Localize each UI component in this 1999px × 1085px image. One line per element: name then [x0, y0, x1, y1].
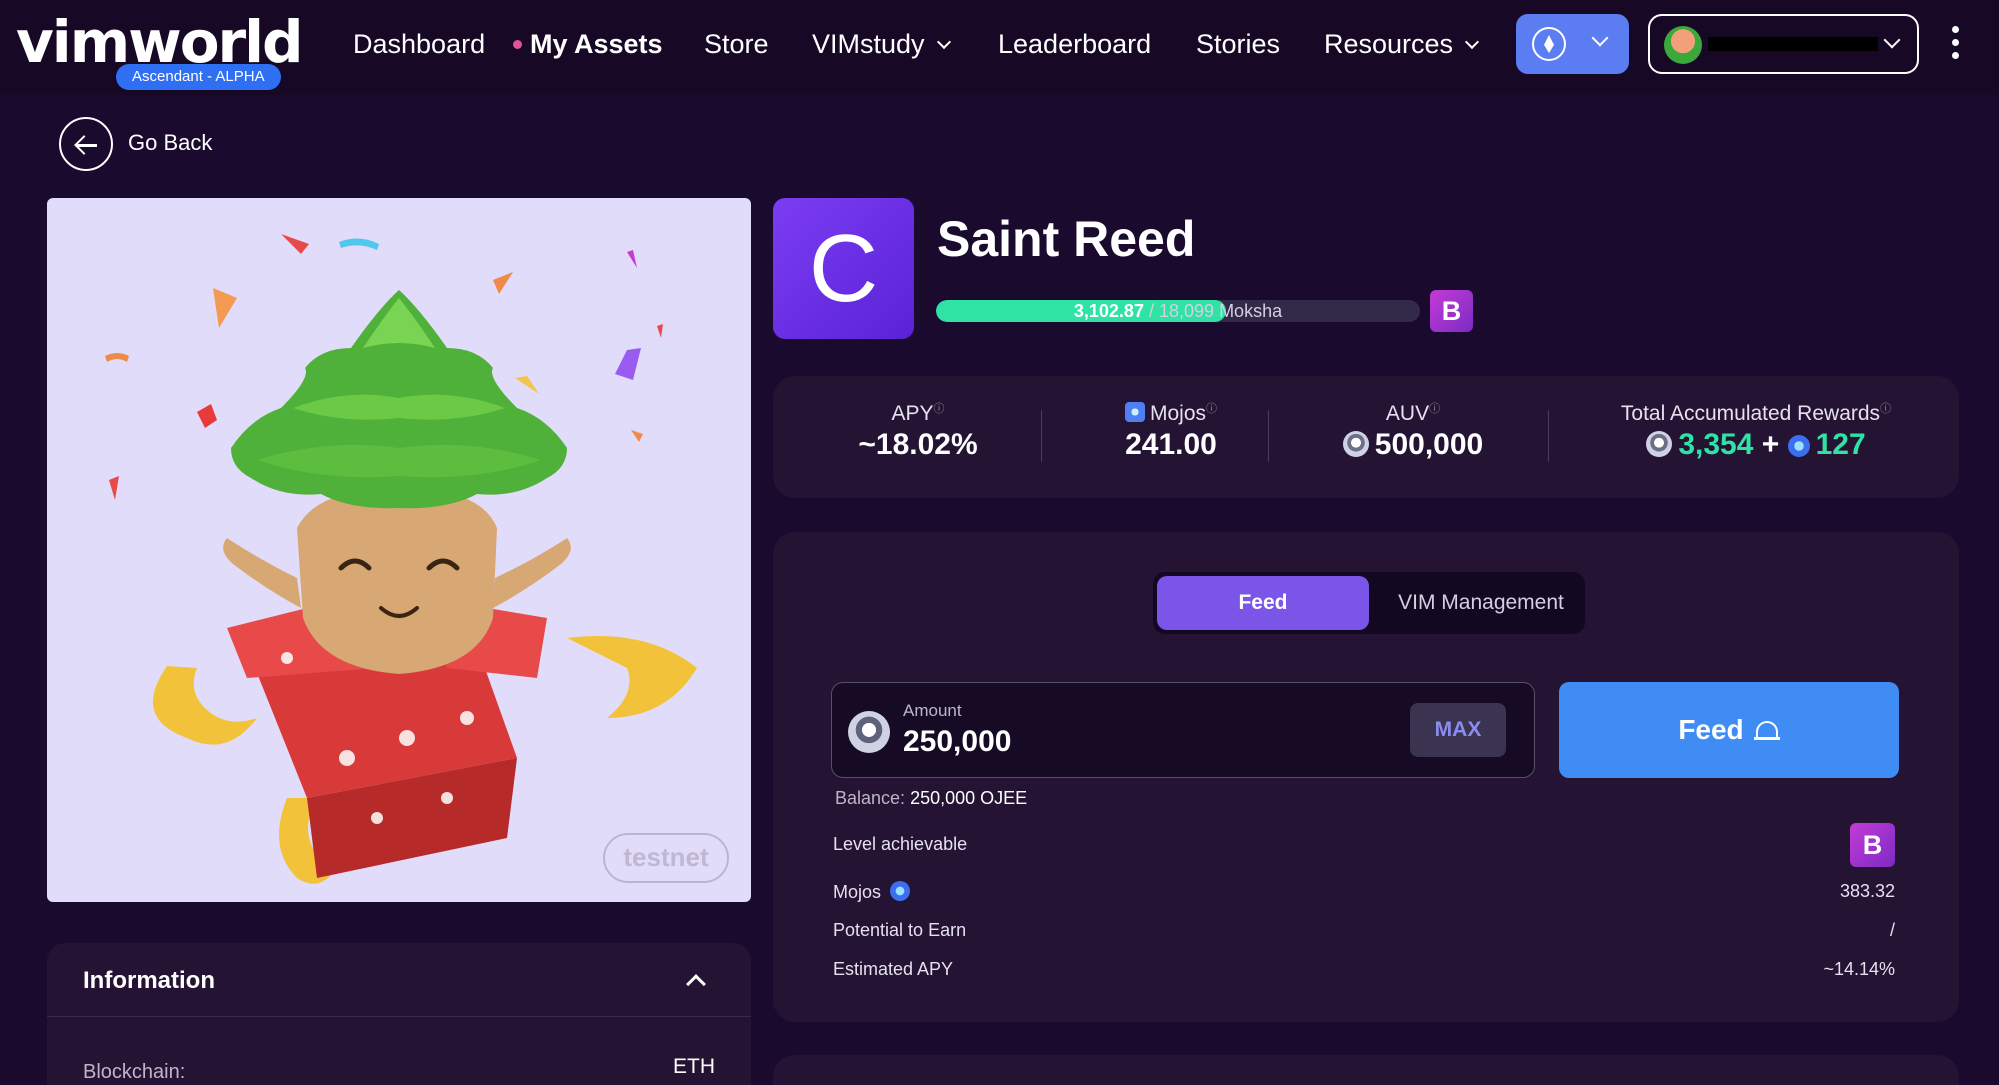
amount-label: Amount	[903, 701, 962, 720]
info-icon[interactable]: ⓘ	[1206, 403, 1217, 415]
next-panel	[773, 1055, 1959, 1085]
ethereum-icon	[1532, 27, 1566, 61]
mojos-row-value: 383.32	[1839, 881, 1895, 901]
mojos-value: 241.00	[1125, 428, 1217, 461]
mojos-label-text: Mojos	[1149, 402, 1207, 425]
potential-value: /	[1889, 920, 1895, 940]
mojos-label: Mojosⓘ	[1073, 400, 1269, 426]
apy-label: APYⓘ	[818, 400, 1018, 426]
tab-bar: Feed VIM Management	[1153, 572, 1585, 634]
account-menu[interactable]	[1648, 14, 1919, 74]
divider	[1268, 410, 1269, 462]
ojee-coin-icon	[848, 711, 890, 753]
level-achievable-badge: B	[1850, 823, 1895, 867]
information-panel: Information Blockchain: ETH	[47, 943, 751, 1085]
level-achievable-label: Level achievable	[833, 834, 968, 854]
stat-auv: AUVⓘ 500,000	[1303, 400, 1523, 462]
estimated-apy-value: ~14.14%	[1823, 959, 1895, 979]
network-selector[interactable]	[1516, 14, 1629, 74]
apy-value: ~18.02%	[858, 428, 978, 461]
ojee-coin-icon	[1646, 431, 1673, 457]
chevron-down-icon	[1591, 29, 1609, 47]
info-icon[interactable]: ⓘ	[934, 403, 945, 415]
nav-resources-label: Resources	[1324, 29, 1454, 59]
auv-label-text: AUV	[1385, 402, 1430, 425]
asset-name: Saint Reed	[937, 211, 1196, 267]
blockchain-value: ETH	[673, 1055, 715, 1078]
rewards-coin-amount: 3,354	[1678, 428, 1754, 461]
mojos-row-label-text: Mojos	[833, 882, 882, 902]
tab-vim-management[interactable]: VIM Management	[1381, 576, 1581, 630]
chevron-down-icon	[1883, 31, 1901, 49]
grade-badge: C	[773, 198, 914, 339]
information-title: Information	[83, 967, 215, 994]
balance-value: 250,000 OJEE	[910, 788, 1028, 808]
feed-button-label: Feed	[1678, 714, 1744, 745]
nav-dashboard[interactable]: Dashboard	[353, 26, 485, 62]
balance: Balance: 250,000 OJEE	[835, 788, 1027, 809]
auv-amount: 500,000	[1374, 428, 1484, 461]
blockchain-label: Blockchain:	[83, 1061, 186, 1083]
moksha-unit: Moksha	[1219, 301, 1283, 321]
tab-feed[interactable]: Feed	[1157, 576, 1369, 630]
auv-label: AUVⓘ	[1303, 400, 1523, 426]
go-back-label[interactable]: Go Back	[128, 130, 212, 156]
stat-apy: APYⓘ ~18.02%	[818, 400, 1018, 462]
chevron-up-icon[interactable]	[686, 974, 706, 994]
vimworld-logo[interactable]: vimworld Ascendant - ALPHA	[16, 10, 304, 90]
mojo-icon	[1787, 435, 1810, 457]
mojos-row-label: Mojos	[833, 881, 916, 903]
feed-panel: Feed VIM Management Amount 250,000 MAX F…	[773, 532, 1959, 1022]
avatar	[1664, 26, 1702, 64]
mojo-icon	[1124, 402, 1145, 422]
active-dot-icon	[513, 40, 522, 49]
divider	[1548, 410, 1549, 462]
testnet-watermark: testnet	[603, 833, 729, 883]
alpha-badge: Ascendant - ALPHA	[116, 64, 281, 90]
top-nav: vimworld Ascendant - ALPHA Dashboard My …	[0, 0, 1999, 95]
nav-vimstudy-label: VIMstudy	[812, 29, 925, 59]
moksha-progress-text: 3,102.87 / 18,099 Moksha	[936, 300, 1420, 322]
ojee-coin-icon	[1342, 431, 1369, 457]
nav-store[interactable]: Store	[704, 26, 769, 62]
asset-image: testnet	[47, 198, 751, 902]
nav-my-assets[interactable]: My Assets	[530, 26, 663, 62]
food-cloche-icon	[1753, 721, 1780, 741]
moksha-current: 3,102.87	[1073, 301, 1144, 321]
stat-total-rewards: Total Accumulated Rewardsⓘ 3,354 + 127	[1583, 400, 1929, 462]
chevron-down-icon	[1464, 34, 1480, 50]
more-menu-icon[interactable]	[1952, 26, 1962, 60]
potential-label: Potential to Earn	[833, 920, 967, 940]
rewards-label: Total Accumulated Rewardsⓘ	[1583, 400, 1929, 426]
nav-stories[interactable]: Stories	[1196, 26, 1280, 62]
rewards-plus: +	[1761, 428, 1780, 461]
nav-leaderboard[interactable]: Leaderboard	[998, 26, 1151, 62]
apy-label-text: APY	[891, 402, 934, 425]
stats-panel: APYⓘ ~18.02% Mojosⓘ 241.00 AUVⓘ 500,000 …	[773, 376, 1959, 498]
rewards-value: 3,354 + 127	[1583, 428, 1929, 462]
info-icon[interactable]: ⓘ	[1429, 403, 1440, 415]
balance-label: Balance:	[835, 788, 906, 808]
nav-resources[interactable]: Resources	[1324, 26, 1480, 62]
amount-value[interactable]: 250,000	[903, 725, 1011, 759]
feed-button[interactable]: Feed	[1559, 682, 1899, 778]
redacted-address	[1708, 37, 1878, 51]
estimated-apy-label: Estimated APY	[833, 959, 954, 979]
rewards-label-text: Total Accumulated Rewards	[1620, 402, 1881, 425]
max-button[interactable]: MAX	[1410, 703, 1506, 757]
level-badge: B	[1430, 290, 1473, 332]
nav-vimstudy[interactable]: VIMstudy	[812, 26, 951, 62]
stat-mojos: Mojosⓘ 241.00	[1073, 400, 1269, 462]
go-back-button[interactable]	[59, 117, 113, 171]
divider	[47, 1016, 751, 1017]
rewards-mojo-amount: 127	[1815, 428, 1866, 461]
auv-value: 500,000	[1303, 428, 1523, 462]
moksha-total: / 18,099	[1148, 301, 1215, 321]
mojo-icon	[890, 881, 911, 901]
chevron-down-icon	[936, 34, 951, 50]
info-icon[interactable]: ⓘ	[1880, 403, 1891, 415]
amount-input[interactable]: Amount 250,000 MAX	[831, 682, 1535, 778]
divider	[1041, 410, 1042, 462]
saint-reed-illustration	[105, 234, 697, 884]
